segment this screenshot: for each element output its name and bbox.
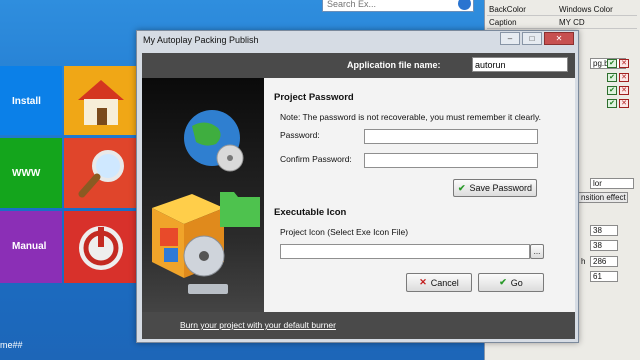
dialog-header: Application file name: — [142, 53, 575, 78]
search-tile[interactable] — [64, 138, 138, 208]
property-cell[interactable]: lor — [590, 178, 634, 189]
project-icon-label: Project Icon (Select Exe Icon File) — [280, 227, 409, 237]
minimize-button[interactable]: – — [500, 32, 520, 45]
property-row[interactable]: Caption MY CD — [487, 17, 637, 29]
window-controls: – □ ✕ — [500, 32, 574, 45]
check-icon[interactable]: ✔ — [607, 73, 617, 82]
dialog-body: Project Password Note: The password is n… — [264, 78, 575, 312]
property-row[interactable]: BackColor Windows Color — [487, 4, 637, 16]
number-field[interactable]: 38 — [590, 225, 618, 236]
check-icon[interactable]: ✔ — [607, 59, 617, 68]
property-key: BackColor — [489, 5, 526, 14]
globe-icon — [184, 110, 244, 172]
cancel-button[interactable]: ✕ Cancel — [406, 273, 472, 292]
check-icon[interactable]: ✔ — [607, 86, 617, 95]
number-field[interactable]: 286 — [590, 256, 618, 267]
go-label: Go — [510, 277, 523, 288]
check-icon: ✔ — [499, 277, 507, 287]
cancel-label: Cancel — [430, 277, 459, 288]
tile-name-fragment: me## — [0, 340, 23, 350]
close-button[interactable]: ✕ — [544, 32, 574, 45]
save-password-button[interactable]: ✔ Save Password — [453, 179, 537, 197]
search-box[interactable] — [322, 0, 474, 12]
save-password-label: Save Password — [469, 183, 533, 193]
check-icon: ✔ — [457, 182, 466, 193]
install-label: Install — [12, 96, 41, 107]
magnifier-icon — [78, 150, 124, 198]
www-label: WWW — [12, 168, 41, 179]
confirm-password-label: Confirm Password: — [280, 154, 352, 164]
manual-tile[interactable]: Manual — [0, 211, 62, 283]
number-label-fragment: h — [581, 257, 586, 266]
dialog-title: My Autoplay Packing Publish — [143, 35, 259, 45]
power-tile[interactable] — [64, 211, 138, 283]
x-icon[interactable]: ✕ — [619, 99, 629, 108]
folder-icon — [220, 192, 260, 227]
app-file-name-label: Application file name: — [347, 60, 441, 70]
confirm-password-field[interactable] — [364, 153, 538, 168]
x-icon: ✕ — [419, 277, 427, 287]
installer-artwork — [152, 110, 260, 294]
property-value: MY CD — [559, 18, 585, 27]
usb-drive-icon — [188, 284, 228, 294]
password-section-heading: Project Password — [274, 92, 354, 103]
x-icon[interactable]: ✕ — [619, 59, 629, 68]
manual-label: Manual — [12, 241, 47, 252]
icon-section-heading: Executable Icon — [274, 207, 347, 218]
search-input[interactable] — [323, 0, 451, 11]
transition-effect-button[interactable]: nsition effect — [578, 192, 628, 203]
power-icon — [79, 226, 123, 270]
www-tile[interactable]: WWW — [0, 138, 62, 208]
project-icon-path-field[interactable] — [280, 244, 530, 259]
disc-icon — [183, 235, 225, 277]
check-icon[interactable]: ✔ — [607, 99, 617, 108]
app-file-name-input[interactable] — [472, 57, 568, 72]
dialog-artwork — [142, 78, 264, 312]
maximize-button[interactable]: □ — [522, 32, 542, 45]
search-icon[interactable] — [458, 0, 471, 10]
home-tile[interactable] — [64, 66, 138, 135]
install-tile[interactable]: Install — [0, 66, 62, 135]
password-label: Password: — [280, 130, 320, 140]
number-field[interactable]: 61 — [590, 271, 618, 282]
password-field[interactable] — [364, 129, 538, 144]
browse-button[interactable]: ... — [530, 244, 544, 259]
publish-dialog: My Autoplay Packing Publish – □ ✕ Applic… — [136, 30, 579, 343]
x-icon[interactable]: ✕ — [619, 86, 629, 95]
password-note: Note: The password is not recoverable, y… — [280, 112, 541, 122]
go-button[interactable]: ✔ Go — [478, 273, 544, 292]
property-value: Windows Color — [559, 5, 613, 14]
number-field[interactable]: 38 — [590, 240, 618, 251]
home-icon — [78, 80, 124, 125]
burn-project-link[interactable]: Burn your project with your default burn… — [180, 320, 336, 330]
property-key: Caption — [489, 18, 517, 27]
x-icon[interactable]: ✕ — [619, 73, 629, 82]
dialog-footer: Burn your project with your default burn… — [142, 312, 575, 339]
